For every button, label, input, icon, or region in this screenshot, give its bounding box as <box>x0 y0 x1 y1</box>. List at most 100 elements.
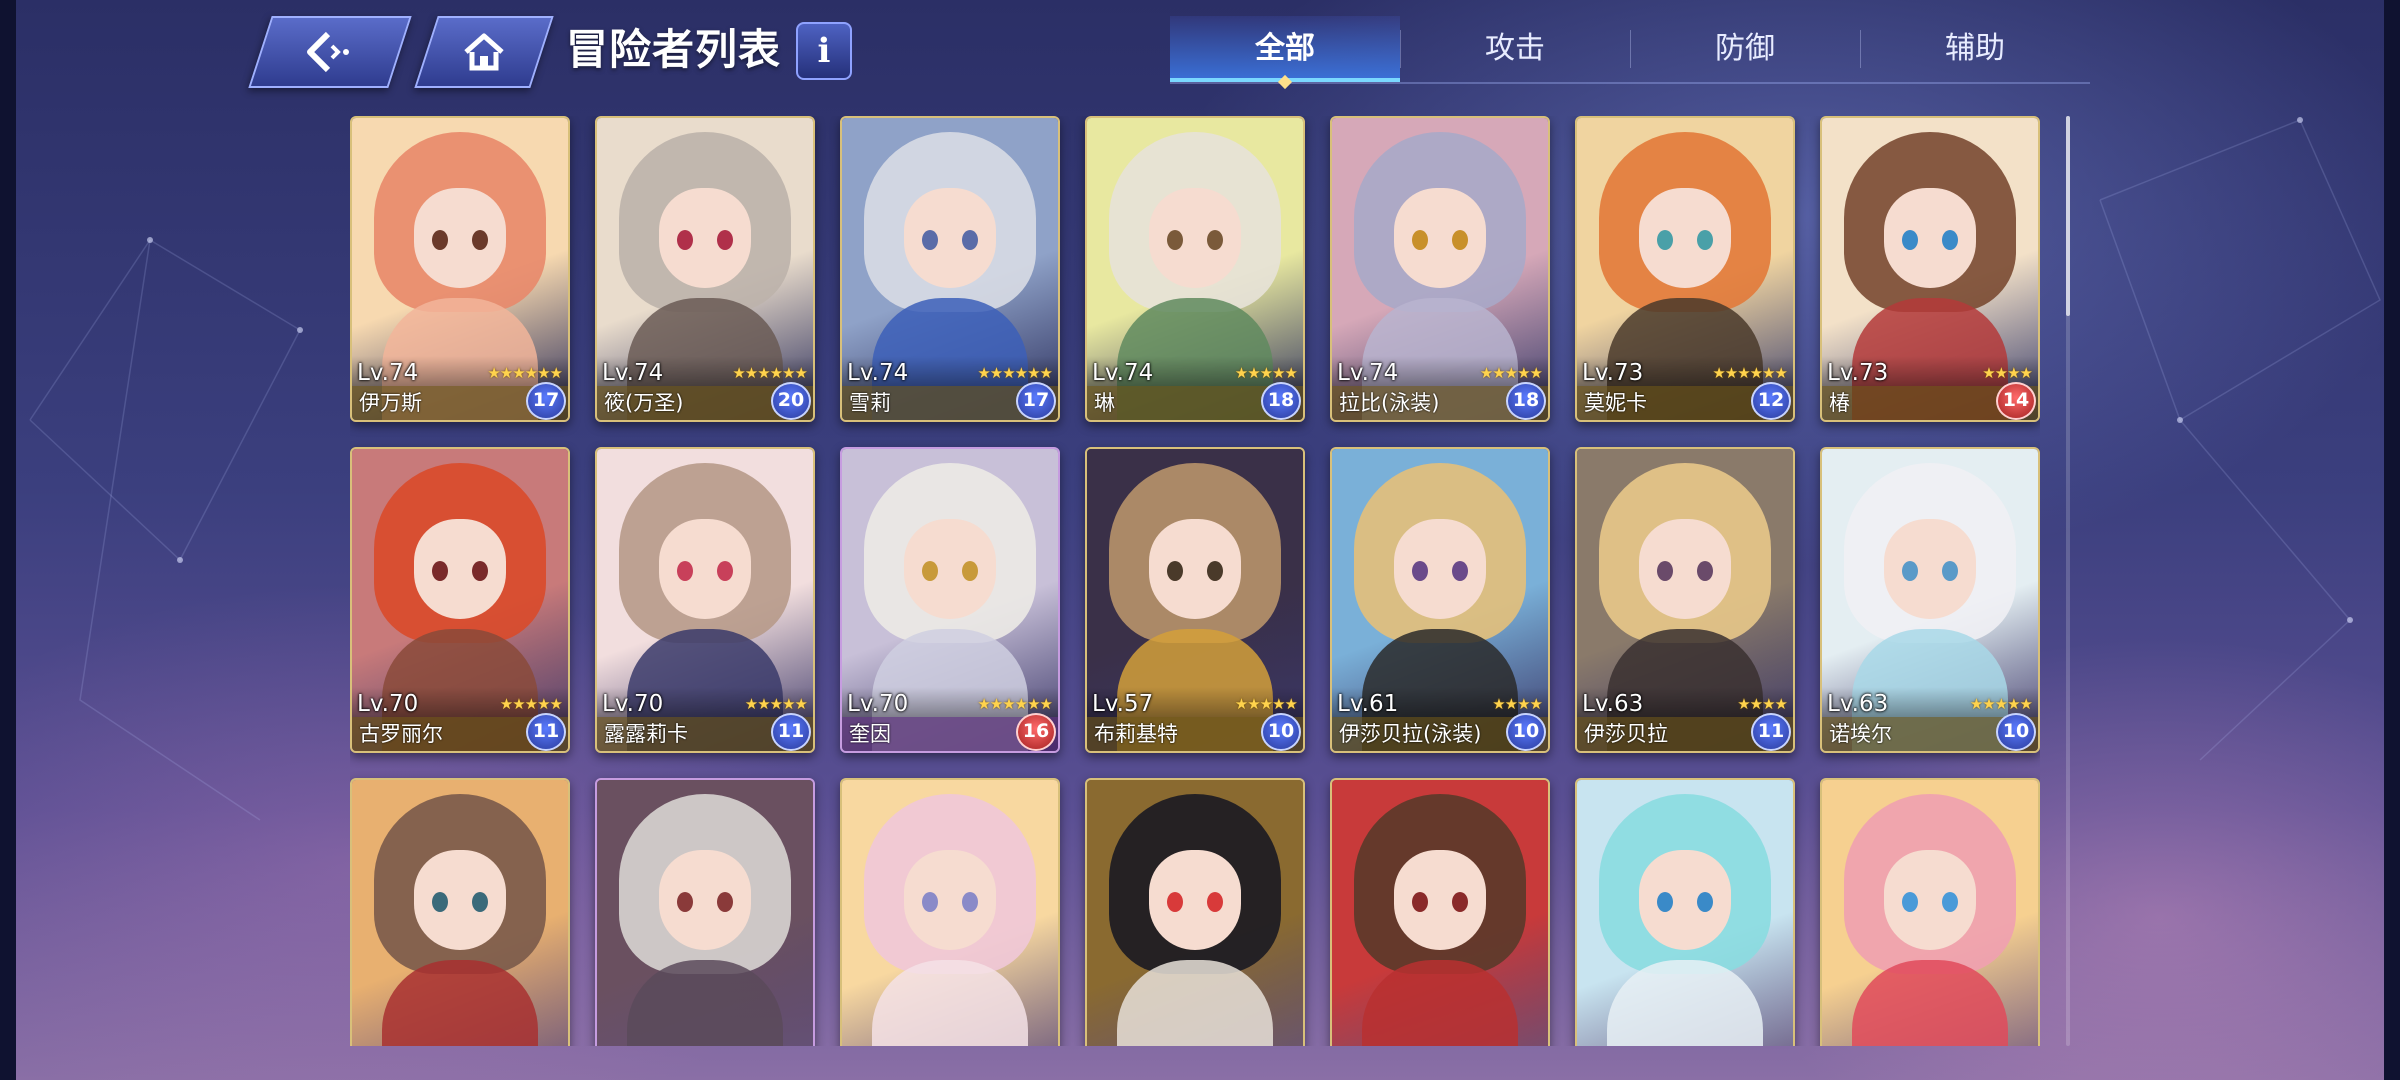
adventurer-card[interactable]: Lv.74 ★★★★★★ 筱(万圣) 20 <box>595 116 815 422</box>
adventurer-name: 露露莉卡 <box>604 722 688 746</box>
portrait-eye <box>1902 561 1918 581</box>
portrait-eye <box>472 892 488 912</box>
star-rating: ★★★★ <box>1982 364 2033 382</box>
portrait-eye <box>677 892 693 912</box>
portrait-eye <box>1412 892 1428 912</box>
portrait-face <box>414 850 506 950</box>
star-rating: ★★★★★★ <box>977 364 1053 382</box>
portrait-eye <box>1697 892 1713 912</box>
portrait-eye <box>432 230 448 250</box>
adventurer-card[interactable]: Lv.57★★★ <box>1575 778 1795 1046</box>
portrait-eye <box>1452 892 1468 912</box>
page-title: 冒险者列表 <box>566 25 782 74</box>
portrait-eye <box>1657 230 1673 250</box>
star-rating: ★★★★★★ <box>487 364 563 382</box>
portrait-face <box>1639 188 1731 288</box>
tab-attack[interactable]: 攻击 <box>1400 16 1630 82</box>
rank-badge: 18 <box>1261 382 1301 420</box>
scrollbar[interactable] <box>2066 116 2070 1046</box>
adventurer-card[interactable]: Lv.51★★★★ <box>1330 778 1550 1046</box>
level-row: Lv.74 ★★★★★★ <box>597 356 813 386</box>
portrait-eye <box>1697 561 1713 581</box>
adventurer-card[interactable]: Lv.70 ★★★★★ 古罗丽尔 11 <box>350 447 570 753</box>
name-bar: 伊莎贝拉(泳装) 10 <box>1332 713 1548 751</box>
portrait-eye <box>432 561 448 581</box>
adventurer-card[interactable]: Lv.52★★★ <box>350 778 570 1046</box>
adventurer-card[interactable]: Lv.63 ★★★★ 伊莎贝拉 11 <box>1575 447 1795 753</box>
portrait-eye <box>472 230 488 250</box>
rank-badge: 11 <box>771 713 811 751</box>
tab-all-label: 全部 <box>1255 31 1315 66</box>
star-rating: ★★★★★ <box>1234 695 1298 713</box>
name-bar: 拉比(泳装) 18 <box>1332 382 1548 420</box>
star-rating: ★★★★★ <box>499 695 563 713</box>
portrait-eye <box>1942 892 1958 912</box>
rank-badge: 14 <box>1996 382 2036 420</box>
tab-support[interactable]: 辅助 <box>1860 16 2090 82</box>
portrait-face <box>1394 519 1486 619</box>
portrait-eye <box>922 230 938 250</box>
name-bar: 筱(万圣) 20 <box>597 382 813 420</box>
adventurer-level: Lv.63 <box>1827 691 1889 717</box>
rank-badge: 10 <box>1996 713 2036 751</box>
portrait-face <box>904 519 996 619</box>
adventurer-card[interactable]: Lv.61 ★★★★ 伊莎贝拉(泳装) 10 <box>1330 447 1550 753</box>
level-row: Lv.63 ★★★★ <box>1577 687 1793 717</box>
portrait-eye <box>717 561 733 581</box>
adventurer-card[interactable]: Lv.74 ★★★★★★ 雪莉 17 <box>840 116 1060 422</box>
portrait-outfit <box>1362 960 1518 1046</box>
level-row: Lv.70 ★★★★★ <box>352 687 568 717</box>
portrait-face <box>904 850 996 950</box>
adventurer-card[interactable]: Lv.64★★★ <box>1820 778 2040 1046</box>
adventurer-name: 古罗丽尔 <box>359 722 443 746</box>
adventurer-grid[interactable]: Lv.74 ★★★★★★ 伊万斯 17 Lv.74 ★★★★★★ 筱(万圣) 20 Lv.74 ★… <box>350 116 2040 1046</box>
adventurer-card[interactable]: Lv.74 ★★★★★★ 伊万斯 17 <box>350 116 570 422</box>
portrait-eye <box>677 561 693 581</box>
adventurer-card[interactable]: Lv.63 ★★★★★ 诺埃尔 10 <box>1820 447 2040 753</box>
portrait-eye <box>1452 230 1468 250</box>
info-button[interactable]: i <box>796 22 852 80</box>
adventurer-card[interactable]: Lv.73 ★★★★★★ 莫妮卡 12 <box>1575 116 1795 422</box>
adventurer-card[interactable]: Lv.70 ★★★★★★ 奎因 16 <box>840 447 1060 753</box>
name-bar: 雪莉 17 <box>842 382 1058 420</box>
portrait-outfit <box>1117 960 1273 1046</box>
tab-defense[interactable]: 防御 <box>1630 16 1860 82</box>
adventurer-level: Lv.74 <box>1092 360 1154 386</box>
portrait-eye <box>1902 892 1918 912</box>
portrait-eye <box>922 561 938 581</box>
tab-defense-label: 防御 <box>1715 31 1775 66</box>
home-icon <box>462 32 506 72</box>
adventurer-card[interactable]: Lv.60★★★ <box>1085 778 1305 1046</box>
back-arrow-icon <box>302 30 358 74</box>
adventurer-card[interactable]: Lv.74 ★★★★★ 琳 18 <box>1085 116 1305 422</box>
level-row: Lv.63 ★★★★★ <box>1822 687 2038 717</box>
portrait-eye <box>1942 561 1958 581</box>
adventurer-level: Lv.70 <box>357 691 419 717</box>
adventurer-level: Lv.73 <box>1582 360 1644 386</box>
rank-badge: 10 <box>1506 713 1546 751</box>
adventurer-card[interactable]: Lv.73 ★★★★ 椿 14 <box>1820 116 2040 422</box>
adventurer-card[interactable]: Lv.56★★★★★★ <box>595 778 815 1046</box>
name-bar: 古罗丽尔 11 <box>352 713 568 751</box>
adventurer-name: 筱(万圣) <box>604 391 684 415</box>
adventurer-level: Lv.73 <box>1827 360 1889 386</box>
tab-all[interactable]: 全部 <box>1170 16 1400 90</box>
adventurer-card[interactable]: Lv.70 ★★★★★ 露露莉卡 11 <box>595 447 815 753</box>
portrait-eye <box>1697 230 1713 250</box>
portrait-outfit <box>627 960 783 1046</box>
adventurer-card[interactable]: Lv.57 ★★★★★ 布莉基特 10 <box>1085 447 1305 753</box>
portrait-eye <box>472 561 488 581</box>
rank-badge: 10 <box>1261 713 1301 751</box>
portrait-face <box>1149 850 1241 950</box>
adventurer-level: Lv.61 <box>1337 691 1399 717</box>
home-button[interactable] <box>414 16 554 88</box>
scrollbar-thumb[interactable] <box>2066 116 2070 316</box>
name-bar: 琳 18 <box>1087 382 1303 420</box>
adventurer-level: Lv.74 <box>357 360 419 386</box>
back-button[interactable] <box>248 16 412 88</box>
adventurer-name: 雪莉 <box>849 391 891 415</box>
adventurer-portrait <box>352 780 568 1046</box>
adventurer-card[interactable]: Lv.74 ★★★★★ 拉比(泳装) 18 <box>1330 116 1550 422</box>
portrait-face <box>414 519 506 619</box>
adventurer-card[interactable]: Lv.53★★★ <box>840 778 1060 1046</box>
